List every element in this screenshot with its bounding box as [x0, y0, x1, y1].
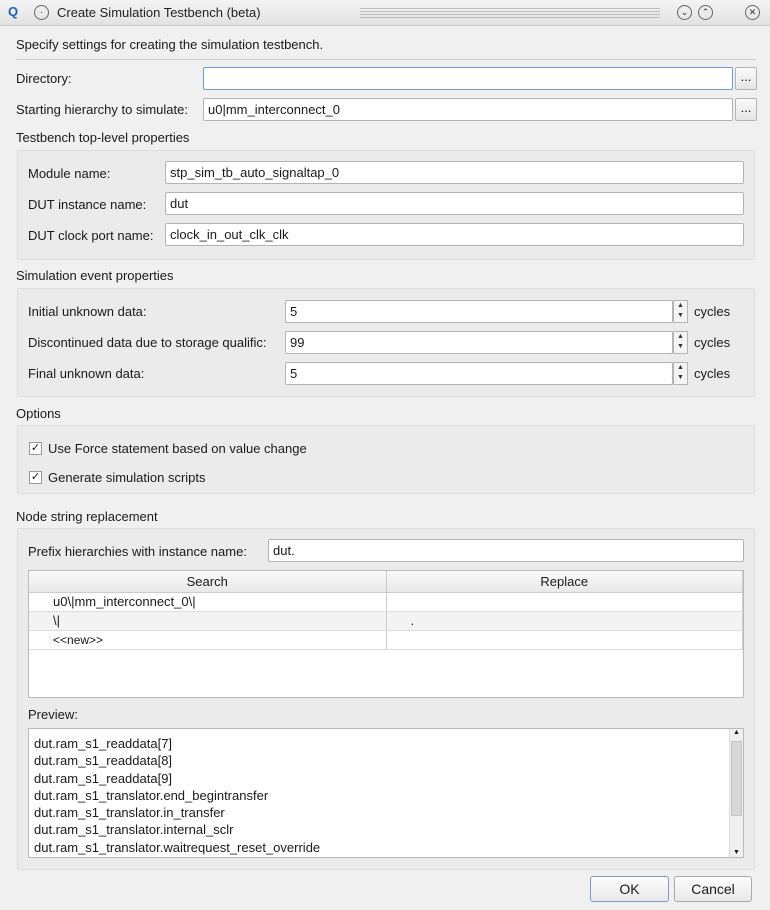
cycles-unit-label: cycles: [694, 304, 731, 319]
hierarchy-browse-button[interactable]: ...: [735, 98, 757, 121]
dut-clock-input[interactable]: clock_in_out_clk_clk: [165, 223, 744, 246]
replace-cell[interactable]: [386, 592, 743, 612]
sim-row-label: Final unknown data:: [28, 366, 145, 381]
cancel-button[interactable]: Cancel: [674, 876, 752, 902]
ok-button[interactable]: OK: [590, 876, 669, 902]
directory-label: Directory:: [16, 71, 72, 86]
search-cell[interactable]: <<new>>: [29, 630, 387, 650]
cycles-unit-label: cycles: [694, 366, 731, 381]
intro-text: Specify settings for creating the simula…: [16, 37, 324, 52]
simulation-heading: Simulation event properties: [16, 268, 174, 283]
scroll-up-icon[interactable]: ▲: [730, 729, 743, 741]
spinner-updown-icon[interactable]: ▲ ▼: [673, 300, 688, 323]
column-header-replace[interactable]: Replace: [386, 571, 743, 593]
table-row[interactable]: u0\|mm_interconnect_0\|: [29, 592, 743, 612]
preview-item: dut.ram_s1_readdata[9]: [34, 770, 173, 786]
dut-instance-input[interactable]: dut: [165, 192, 744, 215]
preview-item: dut.ram_s1_translator.internal_sclr: [34, 822, 234, 838]
replacement-table[interactable]: Search Replace u0\|mm_interconnect_0\| \|…: [28, 570, 744, 698]
table-row[interactable]: <<new>>: [29, 630, 743, 650]
replace-cell[interactable]: .: [386, 611, 743, 631]
spinner-updown-icon[interactable]: ▲ ▼: [673, 362, 688, 385]
replace-cell[interactable]: [386, 630, 743, 650]
node-heading: Node string replacement: [16, 509, 158, 524]
window-menu-icon[interactable]: ·: [34, 5, 49, 20]
prefix-input[interactable]: dut.: [268, 539, 744, 562]
app-logo-icon: Q: [8, 4, 19, 19]
sim-row-input[interactable]: 5: [285, 362, 673, 385]
window-title: Create Simulation Testbench (beta): [57, 5, 261, 20]
hierarchy-input[interactable]: u0|mm_interconnect_0: [203, 98, 733, 121]
maximize-icon[interactable]: ⌃: [698, 5, 713, 20]
prefix-label: Prefix hierarchies with instance name:: [28, 544, 247, 559]
checkbox-label: Use Force statement based on value chang…: [48, 441, 307, 456]
preview-item: dut.ram_s1_translator.end_begintransfer: [34, 787, 269, 803]
spinner-updown-icon[interactable]: ▲ ▼: [673, 331, 688, 354]
cycles-unit-label: cycles: [694, 335, 731, 350]
preview-label: Preview:: [28, 707, 78, 722]
preview-scrollbar[interactable]: ▲ ▼: [729, 729, 743, 857]
table-row[interactable]: \|.: [29, 611, 743, 631]
preview-item: dut.ram_s1_translator.waitrequest_reset_…: [34, 839, 321, 855]
title-grip: [360, 8, 660, 18]
preview-list[interactable]: dut.ram_s1_readdata[7] dut.ram_s1_readdat…: [28, 728, 744, 858]
preview-item: dut.ram_s1_translator.in_transfer: [34, 805, 225, 821]
sim-row-label: Initial unknown data:: [28, 304, 147, 319]
preview-item: dut.ram_s1_readdata[8]: [34, 753, 173, 769]
module-name-input[interactable]: stp_sim_tb_auto_signaltap_0: [165, 161, 744, 184]
column-header-search[interactable]: Search: [29, 571, 387, 593]
checkmark-icon: ✓: [29, 471, 42, 484]
close-icon[interactable]: ✕: [745, 5, 760, 20]
title-bar[interactable]: Q · Create Simulation Testbench (beta) ⌄…: [0, 0, 770, 26]
scroll-down-icon[interactable]: ▼: [730, 849, 743, 856]
module-name-label: Module name:: [28, 166, 111, 181]
dut-instance-label: DUT instance name:: [28, 197, 147, 212]
divider: [16, 59, 756, 60]
testbench-heading: Testbench top-level properties: [16, 130, 190, 145]
search-cell[interactable]: \|: [29, 611, 387, 631]
options-heading: Options: [16, 406, 61, 421]
minimize-icon[interactable]: ⌄: [677, 5, 692, 20]
search-cell[interactable]: u0\|mm_interconnect_0\|: [29, 592, 387, 612]
sim-row-input[interactable]: 99: [285, 331, 673, 354]
sim-row-input[interactable]: 5: [285, 300, 673, 323]
directory-input[interactable]: [203, 67, 733, 90]
force-statement-checkbox[interactable]: ✓ Use Force statement based on value chan…: [29, 441, 307, 456]
preview-item: dut.ram_s1_readdata[7]: [34, 736, 173, 751]
directory-browse-button[interactable]: ...: [735, 67, 757, 90]
checkbox-label: Generate simulation scripts: [48, 470, 206, 485]
generate-scripts-checkbox[interactable]: ✓ Generate simulation scripts: [29, 470, 206, 485]
dut-clock-label: DUT clock port name:: [28, 228, 154, 243]
sim-row-label: Discontinued data due to storage qualifi…: [28, 335, 267, 350]
hierarchy-label: Starting hierarchy to simulate:: [16, 102, 188, 117]
checkmark-icon: ✓: [29, 442, 42, 455]
scroll-thumb[interactable]: [731, 741, 742, 816]
